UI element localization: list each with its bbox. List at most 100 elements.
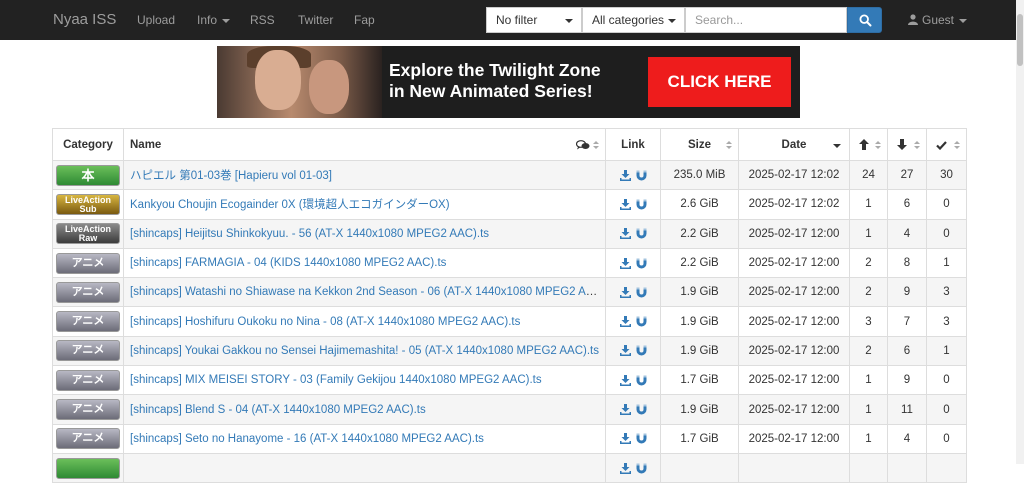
seeders-cell (849, 452, 888, 483)
column-header-seeders[interactable] (849, 128, 888, 161)
user-menu[interactable]: Guest (908, 13, 968, 27)
download-icon[interactable] (619, 198, 631, 210)
category-badge[interactable]: アニメ (56, 369, 120, 391)
banner-ad[interactable]: Explore the Twilight Zone in New Animate… (217, 46, 800, 118)
table-row[interactable]: 本 ハピエル 第01-03巻 [Hapieru vol 01-03] 235.0… (52, 159, 967, 191)
column-header-name-label: Name (130, 138, 162, 151)
column-header-date[interactable]: Date (738, 128, 850, 161)
torrent-name-link[interactable]: [shincaps] Hoshifuru Oukoku no Nina - 08… (130, 316, 520, 328)
search-input[interactable] (685, 7, 847, 33)
sort-desc-icon (833, 144, 841, 148)
category-select[interactable]: All categories (582, 7, 685, 33)
torrent-name-link[interactable]: [shincaps] MIX MEISEI STORY - 03 (Family… (130, 374, 542, 386)
magnet-icon[interactable] (636, 433, 647, 444)
torrent-name-link[interactable]: Kankyou Choujin Ecogainder 0X (環境超人エコガイン… (130, 199, 450, 211)
search-button[interactable] (847, 7, 882, 33)
table-row[interactable]: アニメ [shincaps] FARMAGIA - 04 (KIDS 1440x… (52, 247, 967, 279)
category-cell: アニメ (52, 277, 124, 308)
download-icon[interactable] (619, 316, 631, 328)
category-badge[interactable]: アニメ (56, 281, 120, 303)
category-badge[interactable]: 本 (56, 164, 120, 186)
torrent-name-link[interactable]: [shincaps] Seto no Hanayome - 16 (AT-X 1… (130, 433, 484, 445)
torrent-name-link[interactable]: [shincaps] Watashi no Shiawase na Kekkon… (130, 286, 603, 298)
sort-icon (726, 141, 732, 150)
category-badge[interactable]: アニメ (56, 340, 120, 362)
category-badge[interactable]: アニメ (56, 399, 120, 421)
column-header-link: Link (605, 128, 661, 161)
leechers-cell (887, 452, 927, 483)
completed-cell: 3 (926, 306, 967, 337)
table-row[interactable]: アニメ [shincaps] Hoshifuru Oukoku no Nina … (52, 306, 967, 337)
download-icon[interactable] (619, 228, 631, 240)
table-row[interactable]: アニメ [shincaps] Blend S - 04 (AT-X 1440x1… (52, 394, 967, 425)
category-badge[interactable]: LiveAction Raw (56, 223, 120, 245)
torrent-name-link[interactable]: [shincaps] Heijitsu Shinkokyuu. - 56 (AT… (130, 228, 489, 240)
magnet-icon[interactable] (636, 287, 647, 298)
category-badge[interactable]: アニメ (56, 252, 120, 274)
magnet-icon[interactable] (636, 316, 647, 327)
column-header-completed[interactable] (926, 128, 967, 161)
category-badge[interactable]: LiveAction Sub (56, 193, 120, 215)
filter-select[interactable]: No filter (486, 7, 582, 33)
magnet-icon[interactable] (636, 404, 647, 415)
leechers-cell: 4 (887, 423, 927, 454)
leechers-cell: 11 (887, 394, 927, 425)
download-icon[interactable] (619, 433, 631, 445)
table-row[interactable]: アニメ [shincaps] Seto no Hanayome - 16 (AT… (52, 423, 967, 454)
nav-info[interactable]: Info (197, 13, 231, 27)
page-scrollbar[interactable] (1016, 0, 1024, 464)
magnet-icon[interactable] (636, 228, 647, 239)
table-row[interactable] (52, 452, 967, 483)
sort-icon (875, 141, 881, 150)
category-cell: 本 (52, 159, 124, 191)
check-icon (936, 141, 947, 150)
table-row[interactable]: LiveAction Raw [shincaps] Heijitsu Shink… (52, 218, 967, 249)
table-row[interactable]: アニメ [shincaps] Youkai Gakkou no Sensei H… (52, 335, 967, 367)
brand-logo[interactable]: Nyaa ISS (53, 11, 116, 28)
size-cell: 1.7 GiB (660, 365, 739, 396)
category-badge[interactable]: アニメ (56, 311, 120, 333)
download-icon[interactable] (619, 345, 631, 357)
magnet-icon[interactable] (636, 199, 647, 210)
torrent-name-link[interactable]: [shincaps] Blend S - 04 (AT-X 1440x1080 … (130, 404, 426, 416)
sort-icon[interactable] (593, 141, 599, 150)
table-row[interactable]: アニメ [shincaps] Watashi no Shiawase na Ke… (52, 277, 967, 308)
table-row[interactable]: LiveAction Sub Kankyou Choujin Ecogainde… (52, 189, 967, 220)
nav-twitter[interactable]: Twitter (298, 13, 333, 27)
magnet-icon[interactable] (636, 463, 647, 474)
download-icon[interactable] (619, 286, 631, 298)
column-header-category[interactable]: Category (52, 128, 124, 161)
completed-cell: 0 (926, 218, 967, 249)
torrent-name-link[interactable]: [shincaps] Youkai Gakkou no Sensei Hajim… (130, 345, 599, 357)
download-icon[interactable] (619, 257, 631, 269)
download-icon[interactable] (619, 169, 631, 181)
seeders-cell: 1 (849, 365, 888, 396)
size-cell: 1.9 GiB (660, 277, 739, 308)
column-header-size[interactable]: Size (660, 128, 739, 161)
category-cell: LiveAction Sub (52, 189, 124, 220)
column-header-leechers[interactable] (887, 128, 927, 161)
link-cell (605, 159, 661, 191)
banner-cta-button[interactable]: CLICK HERE (648, 57, 791, 107)
download-icon[interactable] (619, 374, 631, 386)
category-cell: アニメ (52, 423, 124, 454)
nav-rss[interactable]: RSS (250, 13, 275, 27)
download-icon[interactable] (619, 462, 631, 474)
magnet-icon[interactable] (636, 258, 647, 269)
size-cell: 2.6 GiB (660, 189, 739, 220)
magnet-icon[interactable] (636, 375, 647, 386)
magnet-icon[interactable] (636, 170, 647, 181)
download-icon[interactable] (619, 403, 631, 415)
category-badge[interactable] (56, 457, 120, 479)
magnet-icon[interactable] (636, 345, 647, 356)
column-header-name[interactable]: Name (123, 128, 606, 161)
torrent-name-link[interactable]: ハピエル 第01-03巻 [Hapieru vol 01-03] (130, 170, 332, 182)
size-cell: 2.2 GiB (660, 218, 739, 249)
table-row[interactable]: アニメ [shincaps] MIX MEISEI STORY - 03 (Fa… (52, 365, 967, 396)
category-badge[interactable]: アニメ (56, 428, 120, 450)
size-cell: 1.9 GiB (660, 335, 739, 367)
torrent-name-link[interactable]: [shincaps] FARMAGIA - 04 (KIDS 1440x1080… (130, 257, 446, 269)
nav-fap[interactable]: Fap (354, 13, 375, 27)
scrollbar-thumb[interactable] (1017, 14, 1023, 66)
nav-upload[interactable]: Upload (137, 13, 175, 27)
